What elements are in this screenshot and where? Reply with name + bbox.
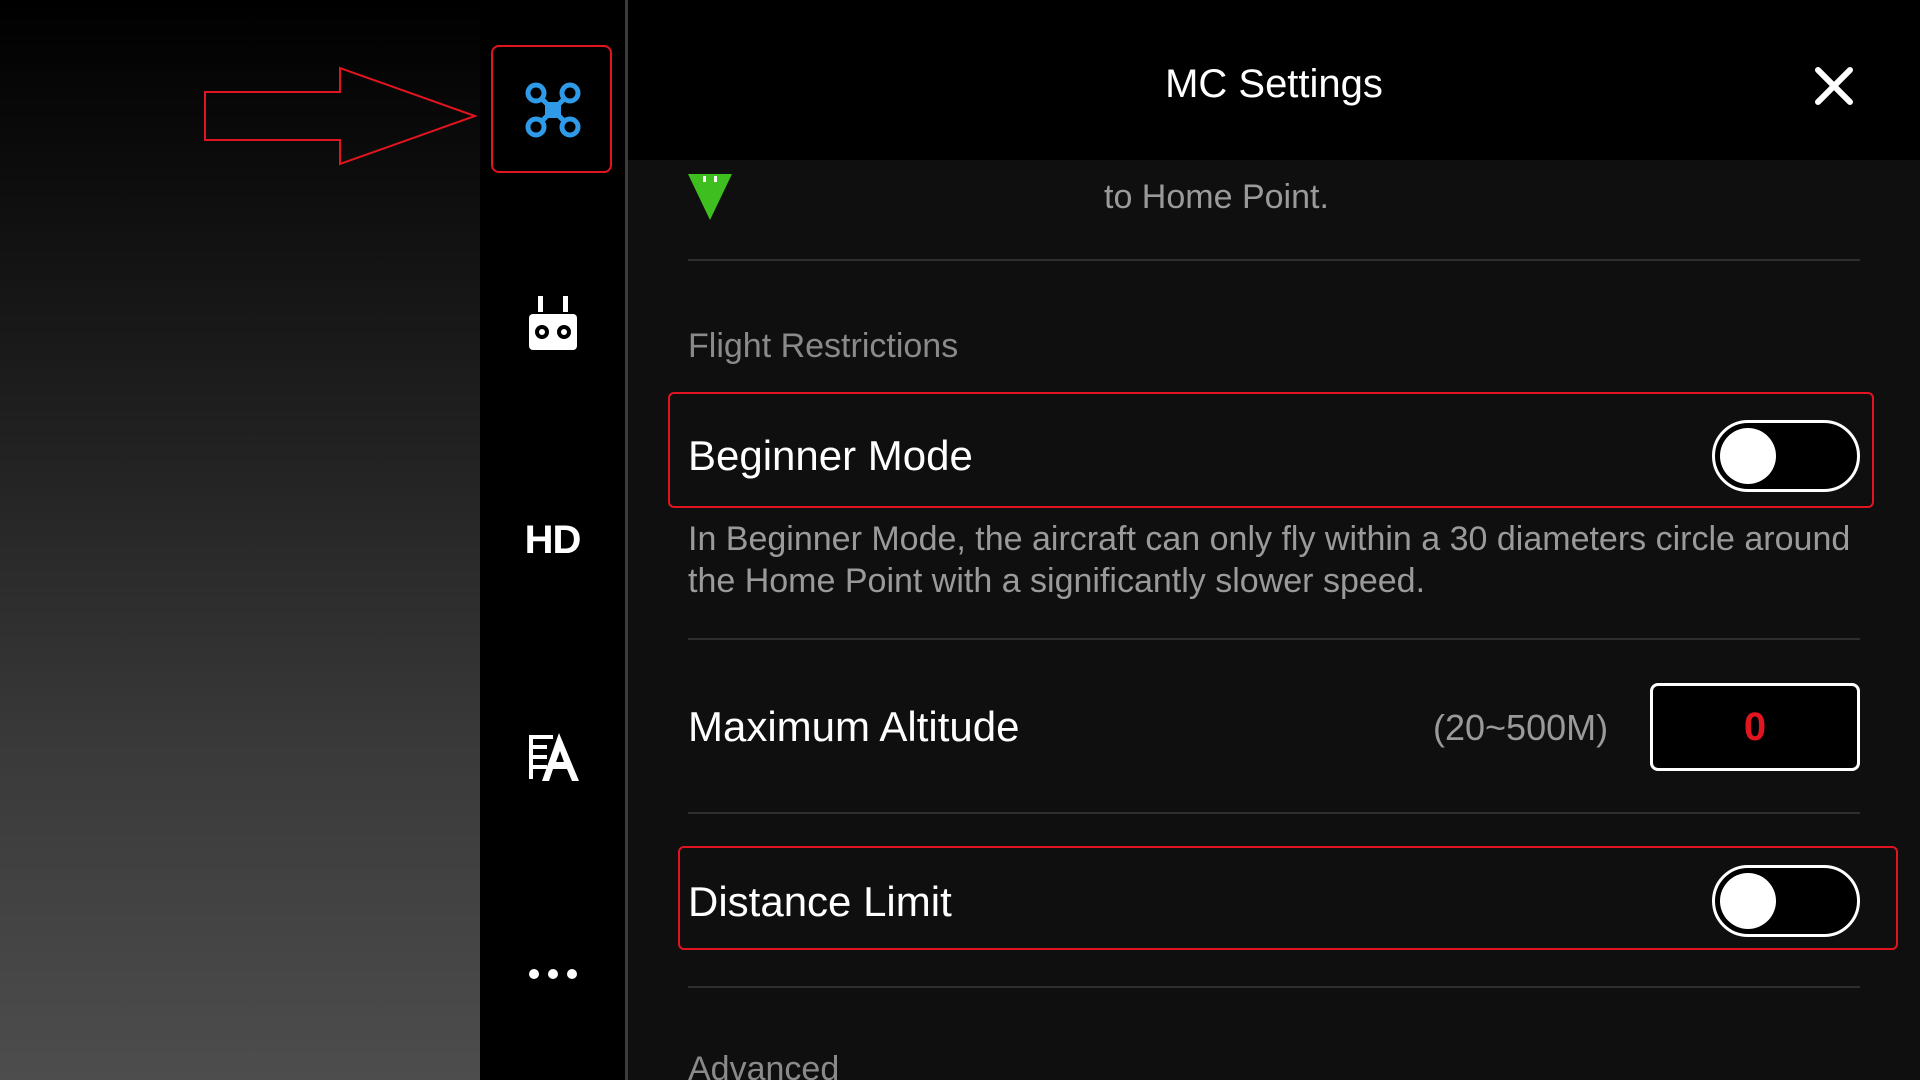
- sidebar-item-mc-settings[interactable]: [480, 50, 625, 170]
- sidebar-item-rc-settings[interactable]: [480, 264, 625, 384]
- mc-settings-panel: MC Settings to Home Point. Flight Restri…: [628, 0, 1920, 1080]
- divider: [688, 812, 1860, 814]
- distance-limit-toggle[interactable]: [1712, 865, 1860, 937]
- sidebar-item-hd-settings[interactable]: HD: [480, 480, 625, 600]
- beginner-mode-label: Beginner Mode: [688, 432, 973, 479]
- distance-limit-label: Distance Limit: [688, 878, 952, 925]
- aircraft-icon: [525, 82, 580, 138]
- section-title-advanced: Advanced: [688, 1050, 840, 1080]
- home-point-marker-icon: [688, 174, 732, 220]
- divider: [688, 638, 1860, 640]
- close-icon[interactable]: [1808, 60, 1860, 112]
- divider: [688, 259, 1860, 261]
- panel-header: MC Settings: [628, 0, 1920, 160]
- home-point-text: to Home Point.: [1104, 178, 1329, 216]
- battery-icon: [528, 733, 579, 781]
- sidebar-item-battery-settings[interactable]: [480, 697, 625, 817]
- sidebar-item-more[interactable]: [480, 914, 625, 1034]
- toggle-knob: [1720, 873, 1776, 929]
- maximum-altitude-label: Maximum Altitude: [688, 703, 1020, 750]
- annotation-arrow-icon: [204, 66, 478, 166]
- settings-sidebar: HD: [480, 0, 628, 1080]
- maximum-altitude-range: (20~500M): [1433, 707, 1609, 748]
- section-title-flight-restrictions: Flight Restrictions: [688, 327, 959, 365]
- divider: [688, 986, 1860, 988]
- maximum-altitude-input[interactable]: 0: [1650, 683, 1860, 771]
- beginner-mode-toggle[interactable]: [1712, 420, 1860, 492]
- beginner-mode-description: In Beginner Mode, the aircraft can only …: [688, 520, 1851, 600]
- app-screen: HD MC Settings to Home Point. Flight Res…: [0, 0, 1920, 1080]
- more-icon: [528, 969, 577, 979]
- remote-controller-icon: [528, 296, 577, 350]
- toggle-knob: [1720, 428, 1776, 484]
- page-title: MC Settings: [1165, 62, 1383, 106]
- hd-label: HD: [524, 517, 582, 562]
